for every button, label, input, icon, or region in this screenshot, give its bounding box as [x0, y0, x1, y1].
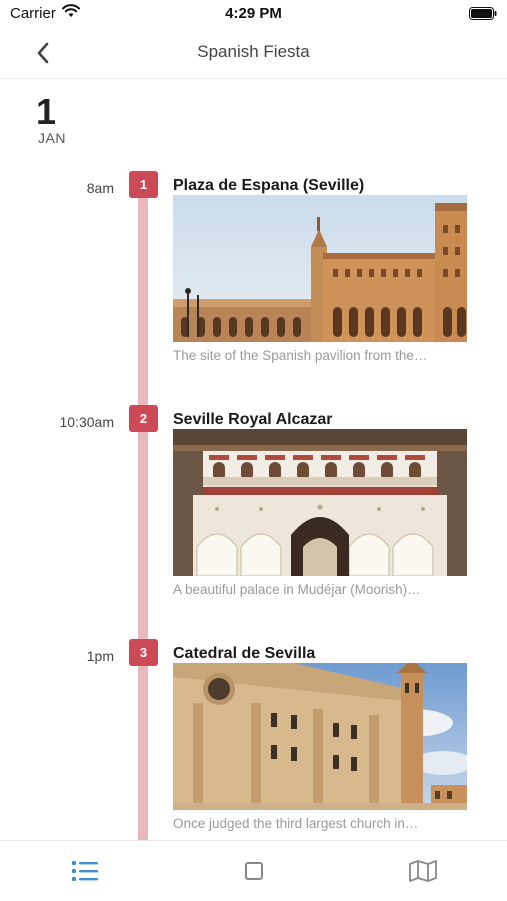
status-bar: Carrier 4:29 PM: [0, 0, 507, 28]
entry-description: Once judged the third largest church in…: [173, 816, 419, 831]
entry-title[interactable]: Catedral de Sevilla: [173, 645, 315, 663]
entry-number-badge: 1: [129, 171, 158, 198]
entry-title[interactable]: Seville Royal Alcazar: [173, 411, 333, 429]
entry-description: The site of the Spanish pavilion from th…: [173, 348, 428, 363]
plaza-de-espana-photo: [173, 195, 467, 342]
entry-time: 10:30am: [59, 414, 114, 430]
date-day: 1: [36, 91, 57, 132]
alcazar-photo: [173, 429, 467, 576]
entry-description: A beautiful palace in Mudéjar (Moorish)…: [173, 582, 421, 597]
date-month: JAN: [38, 130, 66, 146]
entry-number-badge: 2: [129, 405, 158, 432]
tab-map[interactable]: [338, 841, 507, 901]
timeline-entry: 8am 1 Plaza de Espana (Seville) The site…: [0, 171, 507, 380]
entry-photo[interactable]: [173, 429, 467, 576]
entry-time: 8am: [86, 180, 114, 196]
page-title: Spanish Fiesta: [197, 42, 310, 61]
map-icon: [408, 860, 437, 882]
tab-square[interactable]: [169, 841, 338, 901]
tab-bar: [0, 840, 507, 901]
timeline-entry: 10:30am 2 Seville Royal Alcazar A beauti…: [0, 405, 507, 614]
tab-list[interactable]: [0, 841, 169, 901]
entry-title[interactable]: Plaza de Espana (Seville): [173, 177, 364, 195]
status-time: 4:29 PM: [225, 5, 282, 22]
entry-time: 1pm: [86, 648, 114, 664]
entry-photo[interactable]: [173, 663, 467, 810]
entry-number-badge: 3: [129, 639, 158, 666]
list-icon: [71, 861, 98, 881]
entry-photo[interactable]: [173, 195, 467, 342]
timeline-entry: 1pm 3 Catedral de Sevilla Once judged th…: [0, 639, 507, 848]
catedral-photo: [173, 663, 467, 810]
nav-bar: Spanish Fiesta: [0, 28, 507, 79]
battery-icon: [469, 7, 497, 20]
square-icon: [244, 862, 263, 880]
